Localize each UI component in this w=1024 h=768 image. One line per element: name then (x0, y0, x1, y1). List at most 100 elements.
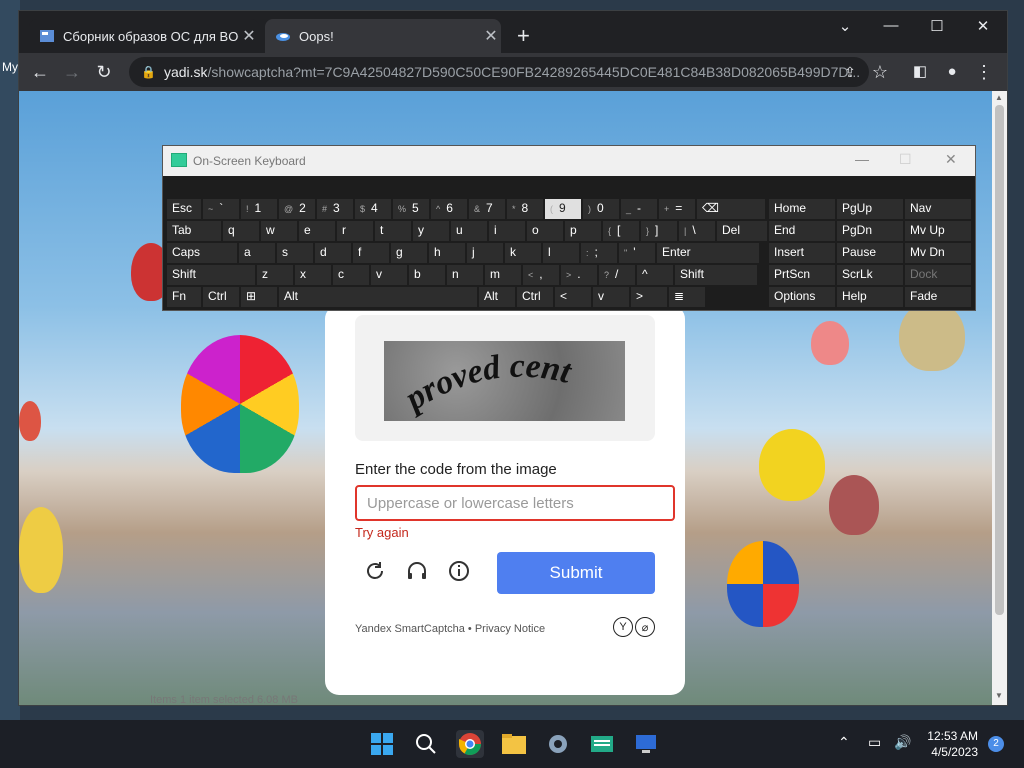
scroll-down-icon[interactable]: ▼ (995, 691, 1003, 700)
osk-nav-key[interactable]: PrtScn (769, 265, 835, 285)
scroll-thumb[interactable] (995, 105, 1004, 615)
osk-key[interactable]: o (527, 221, 563, 241)
osk-key[interactable]: (9 (545, 199, 581, 219)
osk-key[interactable]: >. (561, 265, 597, 285)
notification-badge[interactable]: 2 (988, 736, 1004, 752)
osk-key[interactable]: }] (641, 221, 677, 241)
osk-key[interactable]: n (447, 265, 483, 285)
osk-key[interactable]: k (505, 243, 541, 263)
osk-key[interactable]: t (375, 221, 411, 241)
osk-key[interactable]: Alt (479, 287, 515, 307)
settings-gear-icon[interactable] (544, 730, 572, 758)
osk-key[interactable]: c (333, 265, 369, 285)
captcha-code-input[interactable] (355, 485, 675, 521)
osk-key[interactable]: ? / (599, 265, 635, 285)
osk-key[interactable]: ⌫ (697, 199, 765, 219)
osk-key[interactable]: v (371, 265, 407, 285)
osk-key[interactable]: ≣ (669, 287, 705, 307)
osk-key[interactable]: u (451, 221, 487, 241)
osk-key[interactable]: Esc (167, 199, 201, 219)
lock-icon[interactable]: 🔒 (141, 65, 156, 79)
osk-key[interactable]: ^ 6 (431, 199, 467, 219)
osk-key[interactable]: g (391, 243, 427, 263)
osk-key[interactable]: % 5 (393, 199, 429, 219)
headphones-icon[interactable] (405, 559, 429, 583)
network-icon[interactable]: ▭ (868, 734, 881, 751)
osk-key[interactable]: b (409, 265, 445, 285)
osk-key[interactable]: y (413, 221, 449, 241)
tab-os-images[interactable]: Сборник образов ОС для BOCH ✕ (29, 19, 259, 53)
scroll-up-icon[interactable]: ▲ (995, 93, 1003, 102)
osk-maximize-button[interactable]: ☐ (899, 151, 912, 168)
remote-desktop-icon[interactable] (632, 730, 660, 758)
osk-key[interactable]: Ctrl (203, 287, 239, 307)
windows-start-icon[interactable] (368, 730, 396, 758)
osk-key[interactable]: r (337, 221, 373, 241)
osk-key[interactable]: ! 1 (241, 199, 277, 219)
osk-nav-key[interactable]: Help (837, 287, 903, 307)
file-explorer-icon[interactable] (500, 730, 528, 758)
chevron-up-icon[interactable]: ⌃ (838, 734, 850, 751)
tab-oops[interactable]: Oops! ✕ (265, 19, 501, 53)
osk-key[interactable]: ^ (637, 265, 673, 285)
captcha-footer[interactable]: Yandex SmartCaptcha • Privacy Notice (355, 623, 545, 635)
osk-nav-key[interactable]: Nav (905, 199, 971, 219)
share-icon[interactable]: ⇪ (839, 61, 861, 83)
osk-key[interactable]: w (261, 221, 297, 241)
taskbar-clock[interactable]: 12:53 AM 4/5/2023 (920, 728, 978, 760)
osk-key[interactable]: _ - (621, 199, 657, 219)
osk-key[interactable]: z (257, 265, 293, 285)
profile-icon[interactable]: ● (941, 61, 963, 83)
osk-key[interactable]: < (555, 287, 591, 307)
forward-icon[interactable]: → (61, 61, 83, 83)
osk-key[interactable]: {[ (603, 221, 639, 241)
osk-nav-key[interactable]: Home (769, 199, 835, 219)
osk-taskbar-icon[interactable] (588, 730, 616, 758)
menu-kebab-icon[interactable]: ⋮ (973, 61, 995, 83)
bookmark-star-icon[interactable]: ☆ (869, 61, 891, 83)
volume-icon[interactable]: 🔊 (894, 734, 911, 751)
osk-key[interactable]: @2 (279, 199, 315, 219)
vertical-scrollbar[interactable]: ▲ ▼ (992, 91, 1007, 705)
osk-key[interactable]: a (239, 243, 275, 263)
new-tab-button[interactable]: + (517, 25, 530, 47)
osk-nav-key[interactable]: ScrLk (837, 265, 903, 285)
osk-key[interactable]: " ' (619, 243, 655, 263)
refresh-icon[interactable] (363, 559, 387, 583)
search-icon[interactable] (412, 730, 440, 758)
osk-key[interactable]: Shift (675, 265, 757, 285)
osk-key[interactable]: & 7 (469, 199, 505, 219)
osk-key[interactable]: q (223, 221, 259, 241)
submit-button[interactable]: Submit (497, 552, 655, 594)
chrome-icon[interactable] (456, 730, 484, 758)
address-bar[interactable]: 🔒 yadi.sk /showcaptcha?mt=7C9A42504827D5… (129, 57, 869, 87)
osk-key[interactable]: #3 (317, 199, 353, 219)
osk-key[interactable]: s (277, 243, 313, 263)
close-tab-icon[interactable]: ✕ (481, 26, 501, 46)
osk-key[interactable]: l (543, 243, 579, 263)
osk-key[interactable]: i (489, 221, 525, 241)
osk-key[interactable]: p (565, 221, 601, 241)
osk-key[interactable]: m (485, 265, 521, 285)
osk-key[interactable]: <, (523, 265, 559, 285)
osk-key[interactable]: * 8 (507, 199, 543, 219)
minimize-button[interactable]: — (871, 17, 911, 34)
close-tab-icon[interactable]: ✕ (239, 26, 259, 46)
osk-key[interactable]: + = (659, 199, 695, 219)
osk-key[interactable]: ⊞ (241, 287, 277, 307)
osk-nav-key[interactable]: Mv Dn (905, 243, 971, 263)
osk-key[interactable]: Ctrl (517, 287, 553, 307)
osk-key[interactable]: j (467, 243, 503, 263)
osk-nav-key[interactable]: Pause (837, 243, 903, 263)
osk-key[interactable]: h (429, 243, 465, 263)
side-panel-icon[interactable]: ◧ (909, 61, 931, 83)
osk-nav-key[interactable]: Insert (769, 243, 835, 263)
osk-key[interactable]: f (353, 243, 389, 263)
osk-key[interactable]: $4 (355, 199, 391, 219)
info-icon[interactable] (447, 559, 471, 583)
osk-key[interactable]: ~ ` (203, 199, 239, 219)
osk-key[interactable]: | \ (679, 221, 715, 241)
osk-key[interactable]: Fn (167, 287, 201, 307)
maximize-button[interactable]: ☐ (917, 17, 957, 35)
osk-key[interactable]: Shift (167, 265, 255, 285)
